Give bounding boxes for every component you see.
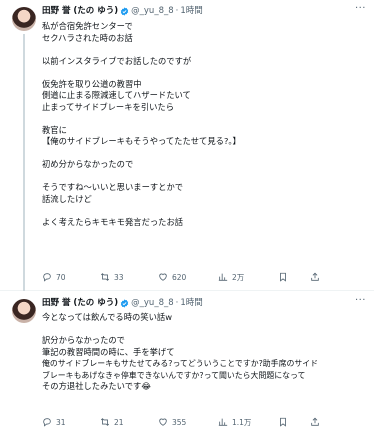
like-button[interactable]: 355: [158, 417, 218, 427]
tweet-line: 初め分からなかったので: [42, 159, 134, 169]
author-name[interactable]: 田野 誉 (たの ゆう): [42, 4, 118, 18]
retweet-icon: [100, 273, 110, 281]
action-bar: 31 21 355 1.1万: [42, 415, 366, 429]
views-icon: [218, 418, 228, 426]
tweet-line: 訳分からなかったので: [42, 335, 125, 345]
author-name[interactable]: 田野 誉 (たの ゆう): [42, 296, 118, 310]
reply-icon: [43, 273, 51, 282]
bookmark-icon: [280, 417, 286, 427]
view-count: 1.1万: [232, 417, 252, 427]
bookmark-button[interactable]: [278, 417, 310, 427]
heart-icon: [159, 273, 167, 281]
share-icon: [311, 417, 319, 426]
bookmark-button[interactable]: [278, 272, 310, 282]
action-bar: 70 33 620 2万: [42, 270, 366, 284]
tweet-line: セクハラされた時のお話: [42, 32, 133, 43]
retweet-icon: [100, 418, 110, 426]
tweet-line: 俺のサイドブレーキもサたせてみる?ってどういうことですか?助手席のサイド: [42, 359, 319, 368]
tweet-header: 田野 誉 (たの ゆう) @_yu_8_8 · 1時間: [42, 296, 203, 310]
tweet-line: 筆記の教習時間の時に、手を挙げて: [42, 346, 175, 357]
bookmark-icon: [280, 272, 286, 282]
tweet-text: 私が合宿免許センターで セクハラされた時のお話 以前インスタライブでお話したので…: [42, 21, 366, 228]
retweet-count: 21: [114, 417, 124, 427]
tweet-line: 止まってサイドブレーキを引いたら: [42, 101, 175, 112]
tweet-line: その方退社したみたいです😂: [42, 381, 152, 391]
more-options-icon[interactable]: ···: [355, 3, 366, 14]
separator-dot: ·: [175, 6, 179, 16]
tweet[interactable]: 田野 誉 (たの ゆう) @_yu_8_8 · 1時間 ··· 私が合宿免許セン…: [0, 0, 374, 291]
tweet-line: 側道に止まる際減速してハザードたいて: [42, 90, 191, 100]
views-button[interactable]: 2万: [218, 272, 278, 283]
timestamp[interactable]: 1時間: [180, 296, 202, 310]
retweet-count: 33: [114, 272, 124, 282]
views-icon: [218, 273, 228, 281]
tweet-line: 【俺のサイドブレーキもそうやってたたせて見る?。】: [42, 136, 241, 146]
retweet-button[interactable]: 33: [100, 272, 158, 282]
tweet-line: 今となっては飲んでる時の笑い話w: [42, 312, 172, 322]
tweet-line: 教官に: [42, 124, 67, 135]
like-button[interactable]: 620: [158, 272, 218, 282]
share-button[interactable]: [310, 417, 324, 427]
retweet-button[interactable]: 21: [100, 417, 158, 427]
reply-icon: [43, 418, 51, 427]
author-handle[interactable]: @_yu_8_8: [131, 296, 173, 310]
verified-icon: [120, 6, 129, 16]
author-handle[interactable]: @_yu_8_8: [131, 4, 173, 18]
tweet[interactable]: 田野 誉 (たの ゆう) @_yu_8_8 · 1時間 ··· 今となっては飲ん…: [0, 291, 374, 438]
reply-button[interactable]: 31: [42, 417, 100, 427]
thread-line: [23, 34, 25, 291]
reply-count: 31: [56, 417, 66, 427]
reply-count: 70: [56, 272, 66, 282]
tweet-line: よく考えたらキモキモ発言だったお話: [42, 216, 184, 227]
heart-icon: [159, 418, 167, 426]
avatar[interactable]: [12, 7, 36, 31]
verified-icon: [120, 298, 129, 308]
tweet-line: 以前インスタライブでお話したのですが: [42, 55, 192, 66]
tweet-line: 仮免許を取り公道の教習中: [42, 78, 142, 89]
share-icon: [311, 272, 319, 281]
timestamp[interactable]: 1時間: [180, 4, 202, 18]
tweet-text: 今となっては飲んでる時の笑い話w 訳分からなかったので 筆記の教習時間の時に、手…: [42, 312, 366, 393]
separator-dot: ·: [175, 298, 179, 308]
tweet-line: 私が合宿免許センターで: [42, 21, 133, 31]
views-button[interactable]: 1.1万: [218, 417, 278, 428]
tweet-line: 話流したけど: [42, 193, 92, 204]
tweet-line: そうですね〜いいと思いまーすとかで: [42, 182, 184, 192]
share-button[interactable]: [310, 272, 324, 282]
tweet-header: 田野 誉 (たの ゆう) @_yu_8_8 · 1時間: [42, 4, 203, 18]
view-count: 2万: [232, 272, 245, 282]
more-options-icon[interactable]: ···: [355, 295, 366, 306]
like-count: 620: [172, 272, 187, 282]
reply-button[interactable]: 70: [42, 272, 100, 282]
tweet-line: ブレーキもあげなきゃ停車できないんですか?って聞いたら大問題になって: [42, 370, 306, 380]
like-count: 355: [172, 417, 187, 427]
avatar[interactable]: [12, 299, 36, 323]
